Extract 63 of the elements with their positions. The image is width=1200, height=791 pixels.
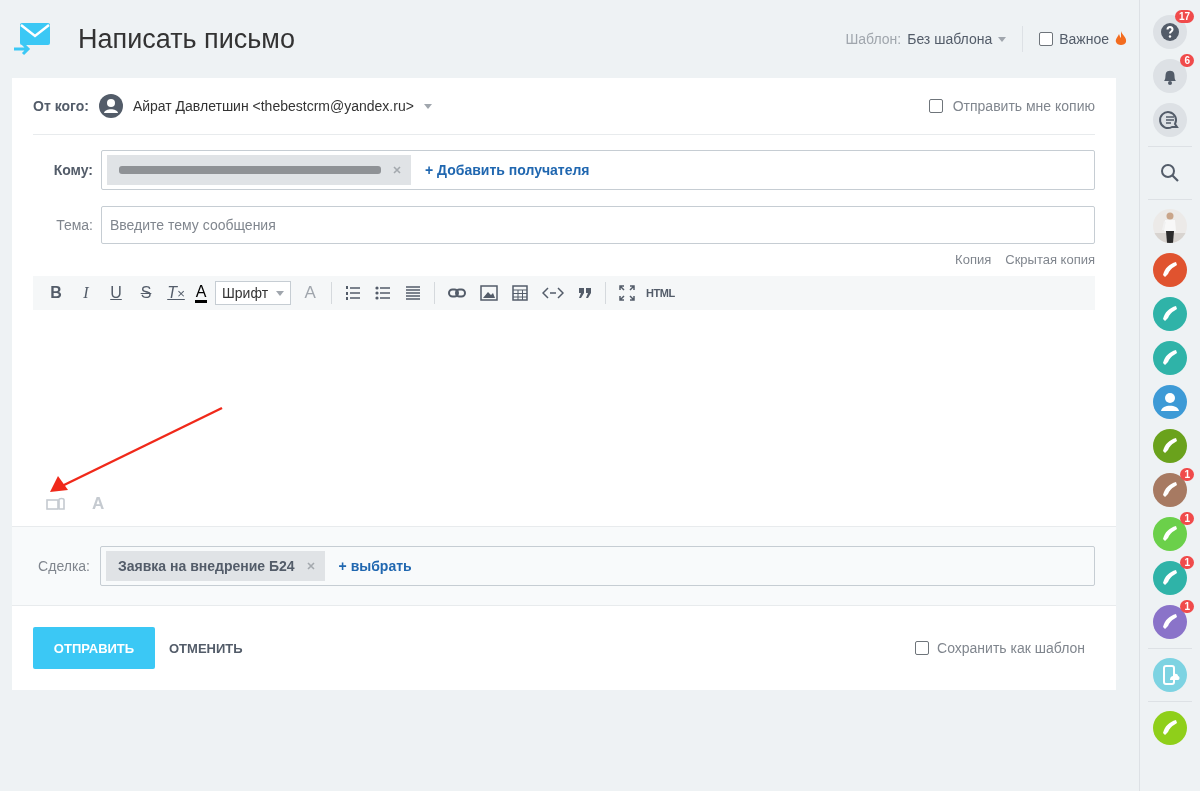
bullet-list-icon[interactable] bbox=[375, 285, 392, 301]
numbered-list-icon[interactable] bbox=[345, 285, 362, 301]
template-label: Шаблон: bbox=[845, 31, 902, 47]
count-badge: 1 bbox=[1180, 600, 1194, 613]
deal-field[interactable]: Заявка на внедрение Б24 + выбрать bbox=[100, 546, 1095, 586]
phone-contact-icon[interactable] bbox=[1153, 517, 1187, 551]
search-icon[interactable] bbox=[1160, 163, 1180, 183]
caret-icon[interactable] bbox=[423, 103, 432, 109]
quote-icon[interactable] bbox=[578, 287, 593, 299]
copy-link[interactable]: Скрытая копия bbox=[1005, 252, 1095, 267]
add-recipient-link[interactable]: + Добавить получателя bbox=[425, 162, 590, 178]
image-icon[interactable] bbox=[480, 285, 499, 301]
send-copy-label: Отправить мне копию bbox=[952, 98, 1095, 114]
deal-label: Сделка: bbox=[37, 558, 90, 574]
color-button[interactable]: A bbox=[195, 283, 207, 303]
avatar-icon bbox=[98, 94, 123, 118]
notifications-icon[interactable] bbox=[1153, 59, 1187, 93]
phone-contact-icon[interactable] bbox=[1153, 297, 1187, 331]
italic-button[interactable]: I bbox=[71, 284, 101, 302]
select-deal-link[interactable]: + выбрать bbox=[338, 558, 412, 574]
bold-button[interactable]: B bbox=[41, 284, 71, 302]
copy-link[interactable]: Копия bbox=[955, 252, 992, 267]
count-badge: 1 bbox=[1180, 556, 1194, 569]
cancel-button[interactable]: ОТМЕНИТЬ bbox=[163, 640, 249, 656]
send-copy-checkbox[interactable] bbox=[928, 99, 943, 113]
underline-button[interactable]: U bbox=[101, 284, 131, 302]
save-template-label: Сохранить как шаблон bbox=[937, 640, 1085, 656]
table-icon[interactable] bbox=[512, 285, 529, 301]
count-badge: 1 bbox=[1180, 468, 1194, 481]
subject-label: Тема: bbox=[55, 217, 93, 233]
flame-icon bbox=[1115, 31, 1127, 47]
to-label: Кому: bbox=[52, 162, 93, 178]
phone-contact-icon[interactable] bbox=[1153, 253, 1187, 287]
subject-input[interactable]: Введите тему сообщения bbox=[101, 206, 1095, 244]
font-select[interactable]: Шрифт bbox=[215, 281, 292, 305]
chat-icon[interactable] bbox=[1153, 103, 1187, 137]
caret-icon bbox=[276, 290, 285, 296]
link-icon[interactable] bbox=[448, 288, 467, 298]
count-badge: 6 bbox=[1180, 54, 1194, 67]
important-label: Важное bbox=[1059, 31, 1109, 47]
template-dropdown[interactable]: Без шаблона bbox=[907, 31, 993, 47]
fullscreen-icon[interactable] bbox=[619, 285, 636, 301]
recipient-field[interactable]: + Добавить получателя bbox=[101, 150, 1095, 190]
mail-icon bbox=[12, 21, 52, 57]
phone-contact-icon[interactable] bbox=[1153, 341, 1187, 375]
from-label: От кого: bbox=[33, 98, 89, 114]
count-badge: 17 bbox=[1174, 10, 1194, 23]
align-icon[interactable] bbox=[405, 285, 422, 301]
important-checkbox[interactable] bbox=[1039, 32, 1054, 46]
strike-button[interactable]: S bbox=[131, 284, 161, 302]
page-title: Написать письмо bbox=[78, 23, 295, 55]
phone-contact-icon[interactable] bbox=[1153, 561, 1187, 595]
person-contact-icon[interactable] bbox=[1153, 385, 1187, 419]
phone-contact-icon[interactable] bbox=[1153, 473, 1187, 507]
phone-contact-icon[interactable] bbox=[1153, 429, 1187, 463]
deal-chip: Заявка на внедрение Б24 bbox=[106, 551, 325, 581]
code-icon[interactable] bbox=[542, 287, 565, 299]
caret-icon[interactable] bbox=[998, 36, 1007, 42]
html-button[interactable]: HTML bbox=[642, 287, 679, 299]
sender-dropdown[interactable]: Айрат Давлетшин <thebestcrm@yandex.ru> bbox=[132, 98, 414, 114]
save-template-checkbox[interactable] bbox=[915, 641, 930, 655]
count-badge: 1 bbox=[1180, 512, 1194, 525]
phone-contact-icon[interactable] bbox=[1153, 605, 1187, 639]
